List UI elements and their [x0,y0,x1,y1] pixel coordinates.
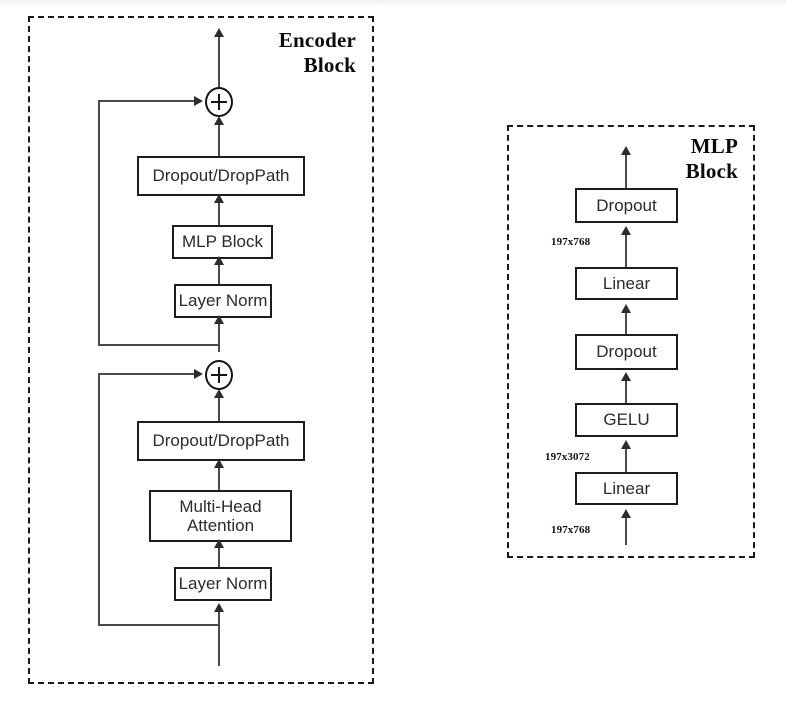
residual-skip-bottom-tap [98,624,220,626]
node-mlp-gelu[interactable]: GELU [575,403,678,437]
node-dropout-droppath-bottom[interactable]: Dropout/DropPath [137,421,305,461]
diagram-canvas: Encoder Block Dropout/DropPath MLP Block… [0,0,786,709]
residual-skip-top-tap [98,344,220,346]
encoder-input-arrowhead [214,603,224,612]
dim-label-after-linear-bottom: 197x3072 [545,451,590,463]
mlp-dropout-to-linear-arrowhead [621,304,631,313]
mlp-block-title: MLP Block [685,134,738,183]
residual-add-bottom [205,360,233,390]
node-mlp-dropout-top[interactable]: Dropout [575,188,678,223]
trunk-add-bottom-to-layernorm-top-arrowhead [214,315,224,324]
residual-add-top [205,87,233,117]
mlp-linear-to-dropout-line [625,233,627,268]
residual-skip-bottom-arrowhead [194,369,203,379]
trunk-dropout-to-add-bottom [218,397,220,424]
mlp-gelu-to-dropout-line [625,379,627,406]
node-multi-head-attention[interactable]: Multi-Head Attention [149,490,292,542]
dim-label-after-linear-top: 197x768 [551,236,591,248]
residual-skip-top-arrowhead [194,96,203,106]
trunk-mlp-to-dropout-arrowhead [214,194,224,203]
mlp-linear-to-gelu-arrowhead [621,440,631,449]
mlp-input-arrowhead [621,509,631,518]
trunk-attention-to-dropout-arrowhead [214,459,224,468]
mlp-linear-to-gelu-line [625,447,627,475]
trunk-dropout-to-add-top [218,124,220,157]
encoder-input-line [218,610,220,666]
trunk-attention-to-dropout [218,465,220,492]
mlp-gelu-to-dropout-arrowhead [621,372,631,381]
residual-skip-bottom-horizontal [98,373,194,375]
residual-skip-top-vertical [98,101,100,345]
top-gradient-band [0,0,786,7]
trunk-add-bottom-to-layernorm-top [218,321,220,352]
trunk-dropout-to-add-top-arrowhead [214,116,224,125]
mlp-output-line [625,152,627,188]
mlp-input-line [625,515,627,545]
trunk-dropout-to-add-bottom-arrowhead [214,389,224,398]
mlp-output-arrowhead [621,146,631,155]
residual-skip-bottom-vertical [98,374,100,626]
trunk-mlp-to-dropout [218,200,220,226]
encoder-output-line [218,34,220,88]
node-mlp-linear-bottom[interactable]: Linear [575,472,678,505]
node-layer-norm-top[interactable]: Layer Norm [174,284,272,318]
dim-label-mlp-input: 197x768 [551,524,591,536]
residual-skip-top-horizontal [98,100,194,102]
encoder-block-title: Encoder Block [278,28,356,77]
node-dropout-droppath-top[interactable]: Dropout/DropPath [137,156,305,196]
node-mlp-dropout-bottom[interactable]: Dropout [575,334,678,370]
mlp-dropout-to-linear-line [625,310,627,336]
trunk-layernorm-to-mlp-arrowhead [214,256,224,265]
node-mlp-linear-top[interactable]: Linear [575,267,678,300]
node-layer-norm-bottom[interactable]: Layer Norm [174,567,272,601]
trunk-layernorm-to-attention-arrowhead [214,539,224,548]
encoder-output-arrowhead [214,28,224,37]
node-mlp-block[interactable]: MLP Block [172,225,273,259]
mlp-linear-to-dropout-arrowhead [621,226,631,235]
